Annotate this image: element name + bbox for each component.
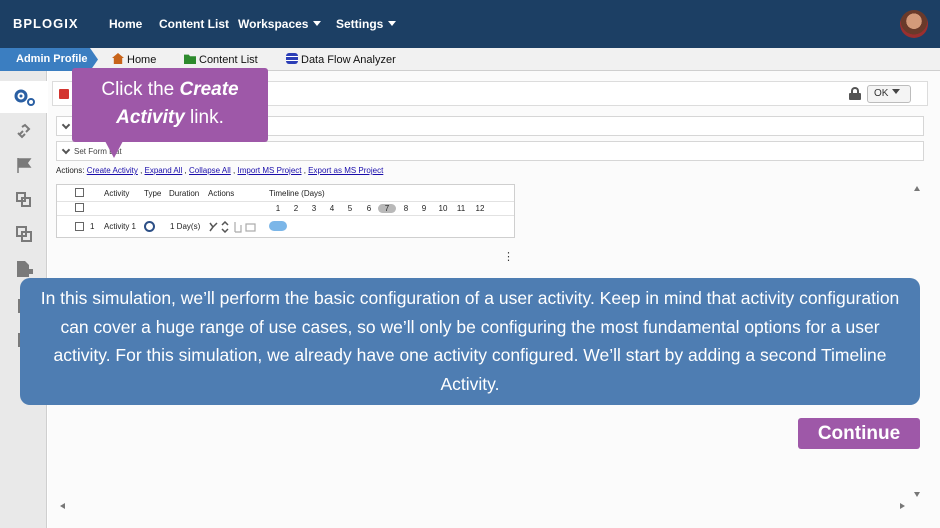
set-form-data-panel[interactable]: Set Form Dat <box>56 141 924 161</box>
scroll-right-arrow[interactable] <box>900 503 905 509</box>
actions-prefix: Actions: <box>56 166 85 175</box>
nav-workspaces-label: Workspaces <box>238 17 309 31</box>
expand-all-link[interactable]: Expand All <box>145 166 183 175</box>
file-lock-icon[interactable] <box>15 261 33 277</box>
link-icon[interactable] <box>15 123 33 139</box>
row-duration: 1 Day(s) <box>170 222 201 231</box>
breadcrumb-data-flow[interactable]: Data Flow Analyzer <box>286 53 396 66</box>
breadcrumb-home-label: Home <box>127 54 157 66</box>
callout-pointer <box>105 141 123 158</box>
folder-icon <box>184 54 196 64</box>
callout-pre: Click the <box>101 79 180 100</box>
nav-settings[interactable]: Settings <box>336 17 397 31</box>
breadcrumb-content-list[interactable]: Content List <box>184 53 258 66</box>
day-12: 12 <box>475 204 485 213</box>
chevron-down-icon <box>61 120 71 130</box>
breadcrumb-content-list-label: Content List <box>199 54 258 66</box>
day-8: 8 <box>403 204 409 213</box>
top-nav: BPLOGIX Home Content List Workspaces Set… <box>0 0 940 48</box>
nav-workspaces[interactable]: Workspaces <box>238 17 322 31</box>
ok-select[interactable]: OK <box>867 85 911 103</box>
scroll-left-arrow[interactable] <box>60 503 65 509</box>
day-11: 11 <box>456 204 466 213</box>
day-2: 2 <box>293 204 299 213</box>
day-5: 5 <box>347 204 353 213</box>
user-type-icon <box>144 221 155 232</box>
create-activity-link[interactable]: Create Activity <box>87 166 138 175</box>
row-index: 1 <box>90 222 95 231</box>
day-6: 6 <box>366 204 372 213</box>
callout-bubble: Click the Create Activity link. <box>72 68 268 142</box>
nav-content-list[interactable]: Content List <box>159 17 229 31</box>
day-10: 10 <box>438 204 448 213</box>
home-icon <box>112 53 124 64</box>
copy-alt-icon[interactable] <box>15 226 33 242</box>
database-icon <box>286 53 298 64</box>
copy-icon[interactable] <box>15 191 33 207</box>
header-type: Type <box>144 189 162 198</box>
callout-post: link. <box>184 107 224 128</box>
row-checkbox[interactable] <box>75 203 84 212</box>
day-9: 9 <box>421 204 427 213</box>
chevron-down-icon <box>61 145 71 155</box>
gears-icon <box>14 89 35 106</box>
sidebar-item-active[interactable] <box>0 81 47 113</box>
avatar[interactable] <box>900 10 928 38</box>
header-timeline: Timeline (Days) <box>269 189 325 198</box>
kebab-menu-icon[interactable]: ⋮ <box>503 252 514 263</box>
day-4: 4 <box>329 204 335 213</box>
header-activity: Activity <box>104 189 130 198</box>
lock-icon[interactable] <box>849 87 861 100</box>
ok-select-value: OK <box>874 88 889 99</box>
day-7-today: 7 <box>378 204 396 213</box>
export-ms-project-link[interactable]: Export as MS Project <box>308 166 383 175</box>
header-actions: Actions <box>208 189 235 198</box>
chevron-down-icon <box>313 21 322 26</box>
activity-table: Activity Type Duration Actions Timeline … <box>56 184 515 263</box>
scroll-up-arrow[interactable] <box>914 186 920 191</box>
scroll-down-arrow[interactable] <box>914 492 920 497</box>
row-activity-name[interactable]: Activity 1 <box>104 222 136 231</box>
logo: BPLOGIX <box>13 16 79 31</box>
nav-home[interactable]: Home <box>109 17 142 31</box>
chevron-down-icon <box>388 21 397 26</box>
row-checkbox[interactable] <box>75 222 84 231</box>
day-1: 1 <box>275 204 281 213</box>
header-duration: Duration <box>169 189 200 198</box>
flag-icon[interactable] <box>15 157 33 173</box>
day-3: 3 <box>311 204 317 213</box>
timeline-days-row: 1 2 3 4 5 6 7 8 9 10 11 12 <box>57 201 514 213</box>
breadcrumb-data-flow-label: Data Flow Analyzer <box>301 54 396 66</box>
continue-button[interactable]: Continue <box>798 418 920 449</box>
collapse-all-link[interactable]: Collapse All <box>189 166 231 175</box>
chevron-down-icon <box>892 89 901 94</box>
nav-settings-label: Settings <box>336 17 384 31</box>
select-all-checkbox[interactable] <box>75 188 84 197</box>
actions-bar: Actions: Create Activity , Expand All , … <box>56 166 384 175</box>
table-header-row: Activity Type Duration Actions Timeline … <box>57 188 514 200</box>
simulation-message: In this simulation, we’ll perform the ba… <box>20 278 920 405</box>
row-actions-icons[interactable] <box>208 221 260 233</box>
form-icon <box>59 89 69 99</box>
import-ms-project-link[interactable]: Import MS Project <box>237 166 301 175</box>
timeline-bar[interactable] <box>269 221 287 231</box>
breadcrumb-home[interactable]: Home <box>112 53 156 66</box>
